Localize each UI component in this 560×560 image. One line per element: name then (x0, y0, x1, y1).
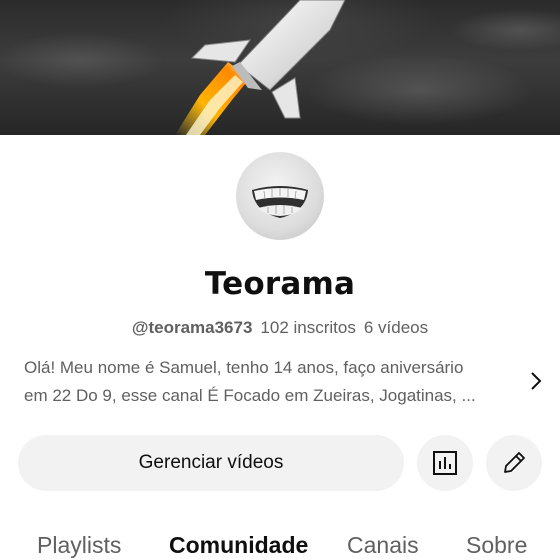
grin-icon (252, 186, 308, 218)
video-count: 6 vídeos (363, 318, 429, 337)
manage-videos-button[interactable]: Gerenciar vídeos (18, 435, 404, 491)
bar-chart-icon (433, 451, 457, 475)
subscriber-count: 102 inscritos (260, 318, 356, 337)
pencil-icon (504, 452, 525, 473)
chevron-right-icon[interactable] (524, 369, 548, 393)
description-line-2: em 22 Do 9, esse canal É Focado em Zueir… (24, 386, 476, 405)
analytics-button[interactable] (417, 435, 473, 491)
tab-channels[interactable]: Canais (347, 532, 419, 559)
channel-tabs: Playlists Comunidade Canais Sobre (0, 528, 560, 560)
description-line-1: Olá! Meu nome é Samuel, tenho 14 anos, f… (24, 358, 464, 377)
channel-handle: @teorama3673 (131, 318, 253, 337)
tab-community[interactable]: Comunidade (169, 532, 308, 559)
tab-about[interactable]: Sobre (466, 532, 527, 559)
rocket-illustration (175, 0, 346, 135)
channel-name: Teorama (204, 266, 356, 302)
edit-channel-button[interactable] (486, 435, 542, 491)
channel-avatar[interactable] (236, 152, 324, 240)
tab-playlists[interactable]: Playlists (37, 532, 121, 559)
channel-description[interactable]: Olá! Meu nome é Samuel, tenho 14 anos, f… (24, 354, 514, 410)
channel-banner (0, 0, 560, 135)
channel-meta: @teorama3673 102 inscritos 6 vídeos (0, 318, 560, 338)
